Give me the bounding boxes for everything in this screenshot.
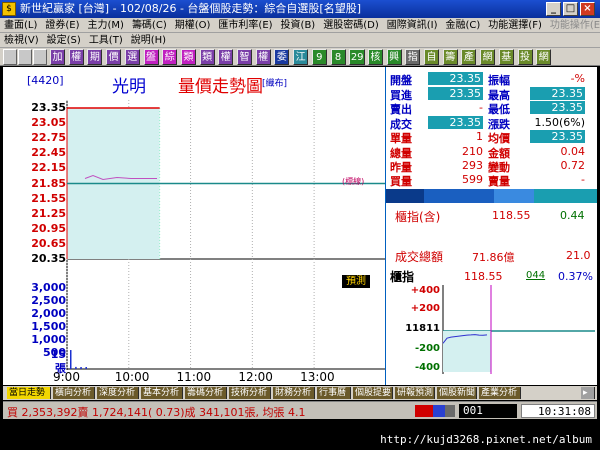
buy-value: 23.35 xyxy=(428,87,483,100)
status-bar: 買 2,353,392賣 1,724,141( 0.73)成 341,101張,… xyxy=(3,401,597,419)
volume-bar xyxy=(80,367,82,369)
tab-4[interactable]: 籌碼分析 xyxy=(185,387,227,399)
otc-index-value: 118.55 xyxy=(492,209,531,222)
buy-volume-value: 599 xyxy=(462,173,483,186)
volume-tick-1: 2,500 xyxy=(31,294,66,307)
volume-bar xyxy=(70,350,72,369)
function-tabs: 當日走勢 橫向分析 深度分析 基本分析 籌碼分析 技術分析 財務分析 行事曆 個股提要 研報預測個… xyxy=(3,386,597,400)
price-tick-0: 23.35 xyxy=(31,101,66,114)
tab-9[interactable]: 研報預測 xyxy=(395,387,435,399)
tab-10[interactable]: 個股新聞 xyxy=(437,387,477,399)
mini-index-percent: 0.37% xyxy=(558,270,593,283)
avg-price-label: 均價 xyxy=(488,132,510,145)
mini-tick-4: -400 xyxy=(414,362,440,373)
total-turnover-change: 21.0 xyxy=(566,249,591,262)
price-tick-10: 20.35 xyxy=(31,252,66,265)
watermark-url: http://kujd3268.pixnet.net/album xyxy=(380,433,592,446)
bid-ask-strip xyxy=(386,189,597,203)
price-tick-6: 21.55 xyxy=(31,191,66,205)
mini-tick-3: -200 xyxy=(414,343,440,354)
mini-tick-0: +400 xyxy=(410,285,440,296)
tab-5[interactable]: 技術分析 xyxy=(229,387,271,399)
price-tick-4: 22.15 xyxy=(31,161,66,175)
time-tick-2: 11:00 xyxy=(176,370,212,384)
industry-tag: [織布] xyxy=(262,79,288,89)
tab-3[interactable]: 基本分析 xyxy=(141,387,183,399)
mini-tick-1: +200 xyxy=(410,303,440,314)
unit-volume-label: 單量 xyxy=(390,132,412,145)
mini-index-volume: 044 xyxy=(526,270,546,281)
time-tick-4: 13:00 xyxy=(300,370,335,384)
volume-change-value: 0.72 xyxy=(560,159,586,172)
sell-volume-label: 賣量 xyxy=(488,175,510,188)
sell-value: - xyxy=(479,101,483,114)
price-tick-1: 23.05 xyxy=(31,116,66,130)
sell-label: 賣出 xyxy=(390,103,412,116)
mini-tick-2: 11811 xyxy=(405,323,440,334)
tab-11[interactable]: 產業分析 xyxy=(479,387,521,399)
change-value: 1.50(6%) xyxy=(534,116,585,129)
total-volume-value: 210 xyxy=(462,145,483,158)
volume-tick-2: 2,000 xyxy=(31,307,66,320)
volume-bar xyxy=(85,367,87,369)
mini-index-title: 櫃指 xyxy=(390,270,415,284)
clock: 10:31:08 xyxy=(521,404,595,418)
total-turnover-label: 成交總額 xyxy=(395,250,444,264)
avg-price-value: 23.35 xyxy=(530,130,585,143)
time-tick-0: 9:00 xyxy=(53,370,80,384)
reference-annotation: (標線) xyxy=(342,177,365,186)
otc-index-change: 0.44 xyxy=(560,209,585,222)
otc-index-title: 櫃指(含) xyxy=(395,210,441,224)
amplitude-label: 振幅 xyxy=(488,74,510,87)
tab-2[interactable]: 深度分析 xyxy=(97,387,139,399)
low-value: 23.35 xyxy=(530,101,585,114)
price-tick-2: 22.75 xyxy=(31,131,66,145)
unit-volume-value: 1 xyxy=(476,130,483,143)
total-turnover-value: 71.86億 xyxy=(472,251,515,264)
tab-1[interactable]: 橫向分析 xyxy=(53,387,95,399)
watermark-bar: http://kujd3268.pixnet.net/album xyxy=(0,421,600,450)
amplitude-value: -% xyxy=(570,72,585,85)
tab-0[interactable]: 當日走勢 xyxy=(7,387,51,399)
forecast-button[interactable]: 預測 xyxy=(342,275,370,288)
price-tick-9: 20.65 xyxy=(31,236,66,250)
stock-code: [4420] xyxy=(27,74,64,87)
time-tick-1: 10:00 xyxy=(114,370,150,384)
price-tick-5: 21.85 xyxy=(31,176,66,190)
buy-volume-label: 買量 xyxy=(390,175,412,188)
open-value: 23.35 xyxy=(428,72,483,85)
tab-8[interactable]: 個股提要 xyxy=(353,387,393,399)
time-tick-3: 12:00 xyxy=(238,370,273,384)
signal-bars-icon xyxy=(415,405,455,417)
volume-tick-3: 1,500 xyxy=(31,320,66,333)
deal-value: 23.35 xyxy=(428,116,483,129)
stock-code-input[interactable]: 001 xyxy=(459,404,517,418)
panel-divider xyxy=(385,67,386,385)
volume-bar xyxy=(75,366,77,369)
market-summary: 買 2,353,392賣 1,724,141( 0.73)成 341,101張,… xyxy=(7,406,306,419)
mini-index-value: 118.55 xyxy=(464,270,503,283)
chart-title: 量價走勢圖 xyxy=(178,77,263,97)
yesterday-volume-value: 293 xyxy=(462,159,483,172)
stock-name: 光明 xyxy=(112,77,146,97)
price-tick-7: 21.25 xyxy=(31,206,66,220)
volume-tick-0: 3,000 xyxy=(31,281,66,294)
price-tick-8: 20.95 xyxy=(31,221,66,235)
tab-6[interactable]: 財務分析 xyxy=(273,387,315,399)
sell-volume-value: - xyxy=(581,173,585,186)
low-label: 最低 xyxy=(488,103,510,116)
high-value: 23.35 xyxy=(530,87,585,100)
volume-tick-4: 1,000 xyxy=(31,333,66,346)
tab-7[interactable]: 行事曆 xyxy=(317,387,351,399)
tab-scroll-icon[interactable]: ▸ xyxy=(581,387,595,399)
price-tick-3: 22.45 xyxy=(31,146,66,160)
open-label: 開盤 xyxy=(390,74,412,87)
amount-value: 0.04 xyxy=(560,145,586,158)
